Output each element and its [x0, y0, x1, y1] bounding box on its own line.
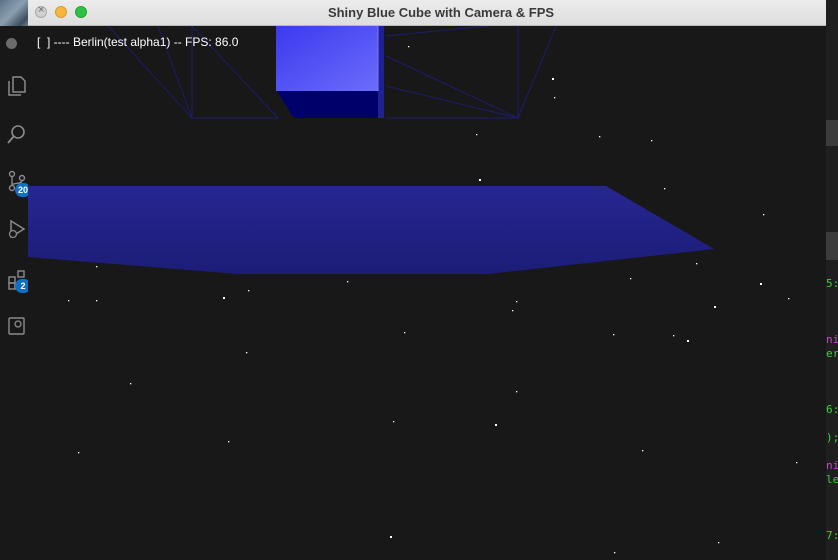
star	[479, 179, 481, 181]
star	[408, 46, 410, 48]
code-text: ni	[826, 333, 838, 346]
star	[516, 301, 518, 303]
star	[714, 306, 716, 308]
star	[651, 140, 653, 142]
blue-cube	[276, 26, 384, 118]
star	[552, 78, 554, 80]
star	[347, 281, 349, 283]
star	[404, 332, 406, 334]
star	[788, 298, 790, 300]
star	[664, 188, 666, 190]
starfield	[68, 46, 798, 554]
star	[393, 421, 395, 423]
star	[130, 383, 132, 385]
editor-window-control-dot	[6, 38, 17, 49]
editor-code-fragment: 5: ni er 6: ); ni le 7:	[826, 26, 838, 560]
editor-activity-bar: 20 2	[0, 0, 38, 560]
star	[554, 97, 556, 99]
code-text: er	[826, 347, 838, 360]
app-window: Shiny Blue Cube with Camera & FPS	[28, 0, 826, 560]
search-icon[interactable]	[6, 123, 28, 145]
code-text: );	[826, 431, 838, 444]
star	[516, 391, 518, 393]
star	[599, 136, 601, 138]
star	[630, 278, 632, 280]
star	[495, 424, 497, 426]
title-bar[interactable]: Shiny Blue Cube with Camera & FPS	[28, 0, 826, 26]
3d-viewport[interactable]: [ ] ---- Berlin(test alpha1) -- FPS: 86.…	[28, 26, 826, 560]
star	[248, 290, 250, 292]
code-text: 5:	[826, 277, 838, 290]
code-text: 7:	[826, 529, 838, 542]
star	[718, 542, 720, 544]
star	[763, 214, 765, 216]
window-title: Shiny Blue Cube with Camera & FPS	[327, 5, 555, 20]
star	[696, 263, 698, 265]
star	[796, 462, 798, 464]
star	[228, 441, 230, 443]
remote-explorer-icon[interactable]	[6, 315, 28, 337]
editor-scroll-block	[826, 232, 838, 260]
star	[613, 334, 615, 336]
star	[642, 450, 644, 452]
star	[390, 536, 392, 538]
debug-icon[interactable]	[6, 218, 28, 240]
star	[68, 300, 70, 302]
star	[512, 310, 514, 312]
star	[476, 134, 478, 136]
star	[673, 335, 675, 337]
files-icon[interactable]	[6, 75, 28, 97]
star	[96, 300, 98, 302]
star	[614, 552, 616, 554]
star	[760, 283, 762, 285]
ground-plane	[28, 186, 714, 274]
code-text: le	[826, 473, 838, 486]
star	[246, 352, 248, 354]
scene-canvas	[28, 26, 798, 554]
code-text: 6:	[826, 403, 838, 416]
star	[223, 297, 225, 299]
editor-scroll-block	[826, 120, 838, 146]
code-text: ni	[826, 459, 838, 472]
hud-status-text: [ ] ---- Berlin(test alpha1) -- FPS: 86.…	[37, 35, 239, 49]
star	[687, 340, 689, 342]
star	[96, 266, 98, 268]
star	[78, 452, 80, 454]
